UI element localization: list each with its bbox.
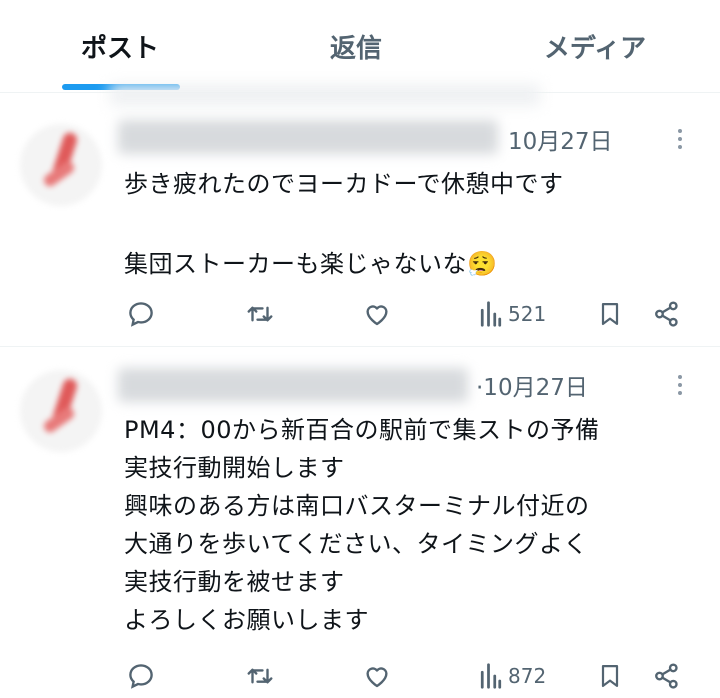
bookmark-icon[interactable]	[596, 298, 624, 330]
post-text-line: 実技行動開始します	[124, 454, 345, 482]
tab-media[interactable]: メディア	[520, 28, 670, 65]
redacted-user-name[interactable]	[118, 368, 468, 402]
post-date[interactable]: 10月27日	[508, 122, 613, 156]
views-icon	[480, 663, 502, 689]
reply-icon[interactable]	[126, 660, 156, 692]
tab-posts[interactable]: ポスト	[60, 28, 180, 65]
avatar[interactable]	[20, 370, 102, 452]
more-options-icon[interactable]	[668, 372, 692, 402]
post-text-line: 大通りを歩いてください、タイミングよく	[124, 530, 589, 558]
bookmark-icon[interactable]	[596, 660, 624, 692]
more-options-icon[interactable]	[668, 126, 692, 156]
post-text-line: よろしくお願いします	[124, 606, 369, 634]
share-icon[interactable]	[652, 660, 682, 692]
profile-tab-bar: ポスト 返信 メディア	[0, 0, 720, 96]
tab-replies[interactable]: 返信	[296, 28, 416, 65]
repost-icon[interactable]	[244, 298, 276, 330]
view-count: 872	[508, 664, 547, 688]
view-count: 521	[508, 302, 547, 326]
post-text-line: 興味のある方は南口バスターミナル付近の	[124, 492, 590, 520]
repost-icon[interactable]	[244, 660, 276, 692]
views-button[interactable]: 872	[478, 660, 546, 692]
post-date[interactable]: ·10月27日	[476, 368, 588, 402]
post-divider	[0, 346, 720, 347]
redacted-user-name[interactable]	[118, 120, 498, 154]
like-icon[interactable]	[362, 298, 392, 330]
post-text-line: PM4：00から新百合の駅前で集ストの予備	[124, 416, 600, 444]
post-text-line: 実技行動を被せます	[124, 568, 345, 596]
post-item[interactable]: ·10月27日 PM4：00から新百合の駅前で集ストの予備 実技行動開始します …	[0, 348, 720, 698]
post-text-line: 歩き疲れたのでヨーカドーで休憩中です	[124, 170, 564, 198]
views-icon	[480, 301, 502, 327]
avatar[interactable]	[20, 124, 102, 206]
like-icon[interactable]	[362, 660, 392, 692]
reply-icon[interactable]	[126, 298, 156, 330]
views-button[interactable]: 521	[478, 298, 546, 330]
share-icon[interactable]	[652, 298, 682, 330]
post-item[interactable]: 10月27日 歩き疲れたのでヨーカドーで休憩中です 集団ストーカーも楽じゃないな…	[0, 98, 720, 346]
post-text-line: 集団ストーカーも楽じゃないな😮‍💨	[124, 250, 498, 278]
